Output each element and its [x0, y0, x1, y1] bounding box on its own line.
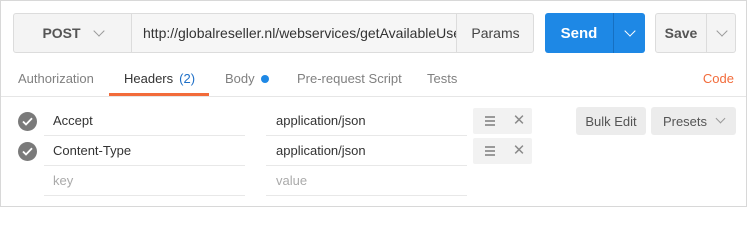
chevron-down-icon: [715, 113, 726, 124]
header-row: Accept application/json ✕: [1, 106, 561, 136]
check-circle-icon[interactable]: [18, 112, 37, 131]
send-button[interactable]: Send: [545, 13, 613, 53]
save-button-group: Save: [655, 13, 736, 53]
header-row: Content-Type application/json ✕: [1, 136, 561, 166]
new-header-row: key value: [1, 166, 561, 196]
request-tabs: Authorization Headers (2) Body Pre-reque…: [1, 61, 746, 96]
new-value-input[interactable]: value: [266, 166, 467, 196]
header-value-input[interactable]: application/json: [266, 136, 467, 166]
drag-handle-icon[interactable]: [485, 116, 495, 126]
tab-headers[interactable]: Headers (2): [124, 61, 195, 96]
new-key-input[interactable]: key: [44, 166, 245, 196]
tab-count-badge: (2): [179, 71, 196, 86]
tab-body[interactable]: Body: [225, 61, 269, 96]
tab-pre-request-script[interactable]: Pre-request Script: [297, 61, 402, 96]
header-value-input[interactable]: application/json: [266, 106, 467, 136]
tab-tests[interactable]: Tests: [427, 61, 457, 96]
tab-label: Body: [225, 71, 255, 86]
tab-label: Headers: [124, 71, 174, 86]
chevron-down-icon: [715, 24, 728, 37]
check-circle-icon[interactable]: [18, 142, 37, 161]
send-button-group: Send: [545, 13, 645, 53]
request-editor: POST http://globalreseller.nl/webservice…: [0, 0, 747, 207]
url-input[interactable]: http://globalreseller.nl/webservices/get…: [132, 14, 456, 52]
presets-button[interactable]: Presets: [651, 107, 736, 135]
header-key-input[interactable]: Accept: [44, 106, 245, 136]
method-select[interactable]: POST: [14, 14, 132, 52]
row-actions: ✕: [473, 138, 532, 164]
divider: [1, 96, 746, 97]
chevron-down-icon: [623, 24, 636, 37]
method-label: POST: [42, 25, 81, 41]
close-icon[interactable]: ✕: [512, 113, 526, 129]
tab-label: Pre-request Script: [297, 71, 402, 86]
chevron-down-icon: [92, 24, 105, 37]
header-key-input[interactable]: Content-Type: [44, 136, 245, 166]
bulk-edit-button[interactable]: Bulk Edit: [576, 107, 646, 135]
request-bar: POST http://globalreseller.nl/webservice…: [13, 13, 534, 53]
tab-label: Tests: [427, 71, 458, 86]
drag-handle-icon[interactable]: [485, 146, 495, 156]
send-dropdown-button[interactable]: [614, 13, 645, 53]
save-dropdown-button[interactable]: [707, 14, 736, 52]
save-button[interactable]: Save: [656, 14, 706, 52]
code-link[interactable]: Code: [703, 61, 734, 96]
tab-authorization[interactable]: Authorization: [18, 61, 94, 96]
row-actions: ✕: [473, 108, 532, 134]
presets-label: Presets: [662, 113, 708, 129]
tab-label: Authorization: [18, 71, 94, 86]
close-icon[interactable]: ✕: [512, 143, 526, 159]
params-button[interactable]: Params: [456, 14, 534, 52]
dot-icon: [260, 74, 269, 83]
